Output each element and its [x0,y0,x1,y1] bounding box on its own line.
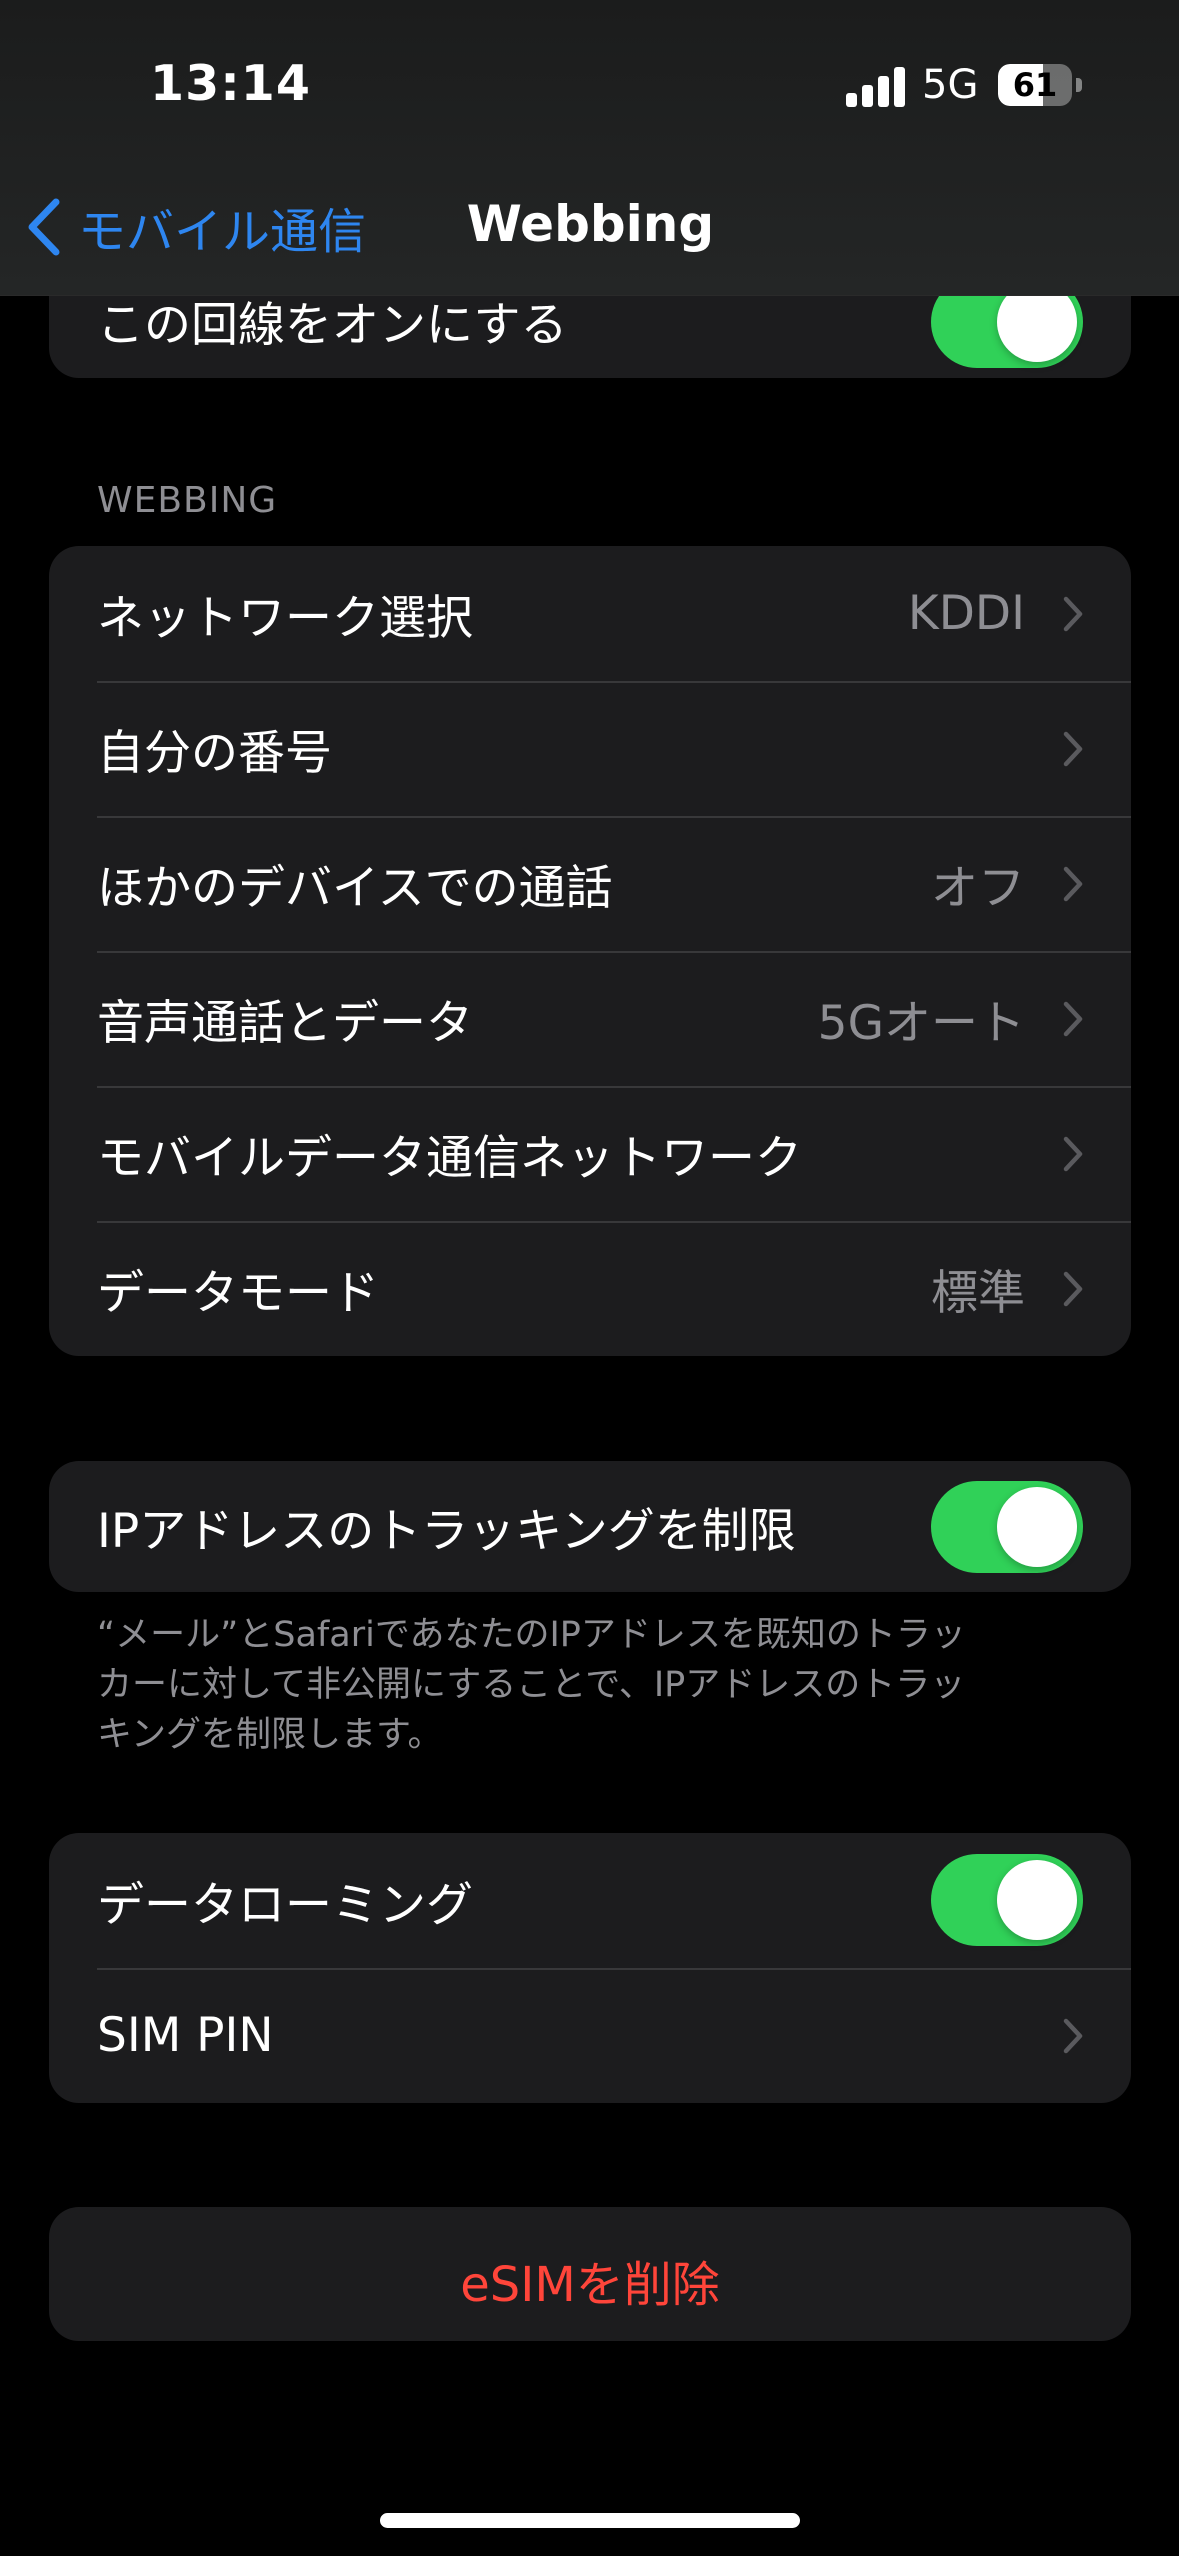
row-value: 5Gオート [817,996,1025,1051]
delete-esim-button[interactable]: eSIMを削除 [49,2245,1131,2315]
row-label: 自分の番号 [97,726,332,781]
navigation-header: 13:14 5G 61 モバイル通信 Webbing [0,0,1179,296]
row-data-roaming: データローミング [49,1833,1131,1968]
row-label: データモード [97,1266,379,1321]
network-type: 5G [922,62,979,108]
ip-tracking-toggle[interactable] [931,1481,1083,1573]
settings-screen: 13:14 5G 61 モバイル通信 Webbing この回線をオンにする WE… [0,0,1179,2556]
chevron-right-icon [1063,866,1083,901]
toggle-knob [997,1860,1077,1940]
row-label: ほかのデバイスでの通話 [97,861,613,916]
page-title: Webbing [466,195,715,253]
chevron-right-icon [1063,1136,1083,1171]
section-header-webbing: WEBBING [97,480,278,521]
ip-tracking-group: IPアドレスのトラッキングを制限 [49,1461,1131,1592]
row-voice-and-data[interactable]: 音声通話とデータ 5Gオート [49,951,1131,1086]
roaming-group: データローミング SIM PIN [49,1833,1131,2103]
chevron-right-icon [1063,596,1083,631]
row-label: データローミング [97,1878,473,1933]
row-mobile-data-network[interactable]: モバイルデータ通信ネットワーク [49,1086,1131,1221]
delete-esim-group: eSIMを削除 [49,2207,1131,2341]
row-my-number[interactable]: 自分の番号 [49,681,1131,816]
ip-tracking-footnote: “メール”とSafariであなたのIPアドレスを既知のトラッカーに対して非公開に… [97,1615,966,1755]
row-value: KDDI [907,586,1025,641]
battery-cap [1076,78,1082,92]
battery-icon: 61 [998,64,1072,106]
row-label: ネットワーク選択 [97,591,473,646]
row-calls-on-other-devices[interactable]: ほかのデバイスでの通話 オフ [49,816,1131,951]
row-value: オフ [931,861,1025,916]
battery-level: 61 [1012,66,1058,104]
row-value: 標準 [931,1266,1025,1321]
row-label: SIM PIN [97,2008,274,2063]
status-time: 13:14 [150,55,311,112]
data-roaming-toggle[interactable] [931,1854,1083,1946]
row-data-mode[interactable]: データモード 標準 [49,1221,1131,1356]
chevron-right-icon [1063,731,1083,766]
chevron-right-icon [1063,2018,1083,2053]
row-sim-pin[interactable]: SIM PIN [49,1968,1131,2103]
home-indicator [380,2513,800,2528]
cellular-signal-icon [846,65,906,107]
row-label: IPアドレスのトラッキングを制限 [97,1504,796,1559]
line-toggle-label: この回線をオンにする [97,298,568,353]
toggle-knob [997,1487,1077,1567]
row-label: モバイルデータ通信ネットワーク [97,1131,802,1186]
chevron-right-icon [1063,1001,1083,1036]
chevron-right-icon [1063,1271,1083,1306]
row-label: 音声通話とデータ [97,996,473,1051]
row-limit-ip-tracking: IPアドレスのトラッキングを制限 [49,1461,1131,1592]
row-network-selection[interactable]: ネットワーク選択 KDDI [49,546,1131,681]
webbing-settings-group: ネットワーク選択 KDDI 自分の番号 ほかのデバイスでの通話 オフ 音声通話と… [49,546,1131,1356]
